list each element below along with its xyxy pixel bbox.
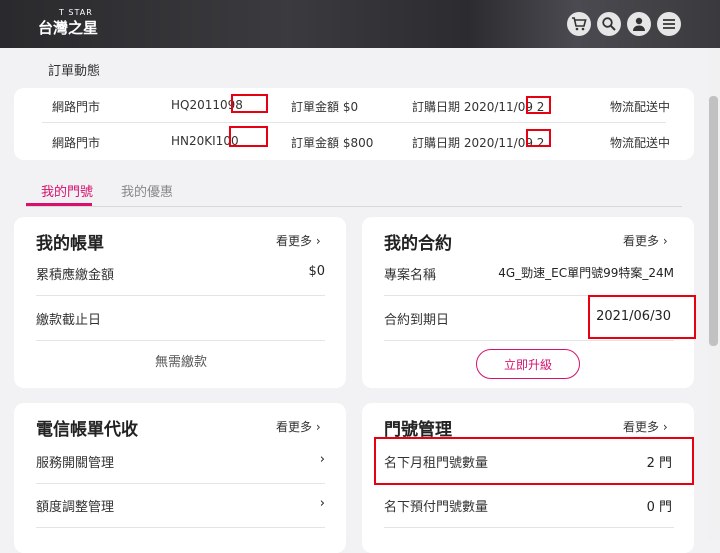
bill-row-amount: 累積應繳金額 $0 [36,251,325,296]
more-label: 看更多 [623,420,660,434]
row-value: $0 [308,264,325,279]
redaction-box [231,94,268,113]
upgrade-button[interactable]: 立即升級 [476,349,580,379]
row-label: 繳款截止日 [36,313,102,328]
row-value: 4G_勁速_EC單門號99特案_24M [498,266,674,280]
bill-row-due-date: 繳款截止日 [36,296,325,341]
order-store: 網路門市 [52,136,101,150]
chevron-right-icon: › [319,496,325,511]
chevron-right-icon: › [662,420,668,434]
search-icon[interactable] [597,12,621,36]
top-header: T STAR 台灣之星 [0,0,720,48]
user-icon[interactable] [627,12,651,36]
order-amount: 訂單金額 $800 [291,136,374,150]
tab-my-offers[interactable]: 我的優惠 [121,181,173,200]
bill-card: 我的帳單 看更多 › 累積應繳金額 $0 繳款截止日 無需繳款 [14,217,346,388]
telecom-title: 電信帳單代收 [36,420,138,440]
no-payment-note: 無需繳款 [155,355,208,370]
prepaid-count-row: 名下預付門號數量 0 門 [384,483,674,528]
order-row[interactable]: 網路門市 HN20KI100 訂單金額 $800 訂購日期 2020/11/09… [42,124,670,158]
scrollbar-thumb[interactable] [709,96,718,346]
menu-icon[interactable] [657,12,681,36]
order-store: 網路門市 [52,100,101,114]
more-label: 看更多 [623,234,660,248]
order-status-title: 訂單動態 [48,64,101,79]
row-label: 合約到期日 [384,313,450,328]
chevron-right-icon: › [315,234,321,248]
page-scrollbar[interactable] [707,48,720,540]
contract-row-plan: 專案名稱 4G_勁速_EC單門號99特案_24M [384,251,674,296]
order-date: 訂購日期 2020/11/09 2 [412,100,545,114]
more-label: 看更多 [276,234,313,248]
row-label: 名下預付門號數量 [384,500,489,515]
telecom-more-link[interactable]: 看更多 › [276,418,321,435]
active-tab-indicator [26,203,92,206]
contract-more-link[interactable]: 看更多 › [623,232,668,249]
logo-subtitle: T STAR [59,8,93,17]
chevron-right-icon: › [662,234,668,248]
redaction-box [229,126,268,147]
order-status-card: 網路門市 HQ2011098 訂單金額 $0 訂購日期 2020/11/09 2… [14,88,694,160]
more-label: 看更多 [276,420,313,434]
order-status: 物流配送中 [610,100,671,114]
highlight-box [588,295,696,339]
telecom-billing-card: 電信帳單代收 看更多 › 服務開關管理 › 額度調整管理 › [14,403,346,553]
order-row[interactable]: 網路門市 HQ2011098 訂單金額 $0 訂購日期 2020/11/09 2… [42,88,670,123]
chevron-right-icon: › [315,420,321,434]
row-label: 專案名稱 [384,268,437,283]
numbers-more-link[interactable]: 看更多 › [623,418,668,435]
number-tabs: 我的門號 我的優惠 [26,174,682,207]
order-date: 訂購日期 2020/11/09 2 [412,136,545,150]
redaction-box [526,96,551,114]
row-label: 服務開關管理 [36,456,115,471]
logo-title: 台灣之星 [38,19,99,37]
order-amount: 訂單金額 $0 [291,100,359,114]
highlight-box [374,437,694,485]
redaction-box [526,129,551,147]
tab-my-number[interactable]: 我的門號 [41,181,93,200]
bill-more-link[interactable]: 看更多 › [276,232,321,249]
cart-icon[interactable] [567,12,591,36]
row-label: 額度調整管理 [36,500,115,515]
limit-adjust-row[interactable]: 額度調整管理 › [36,483,325,528]
service-toggle-row[interactable]: 服務開關管理 › [36,439,325,484]
row-value: 0 門 [646,500,672,515]
order-status: 物流配送中 [610,136,671,150]
row-label: 累積應繳金額 [36,268,115,283]
chevron-right-icon: › [319,452,325,467]
